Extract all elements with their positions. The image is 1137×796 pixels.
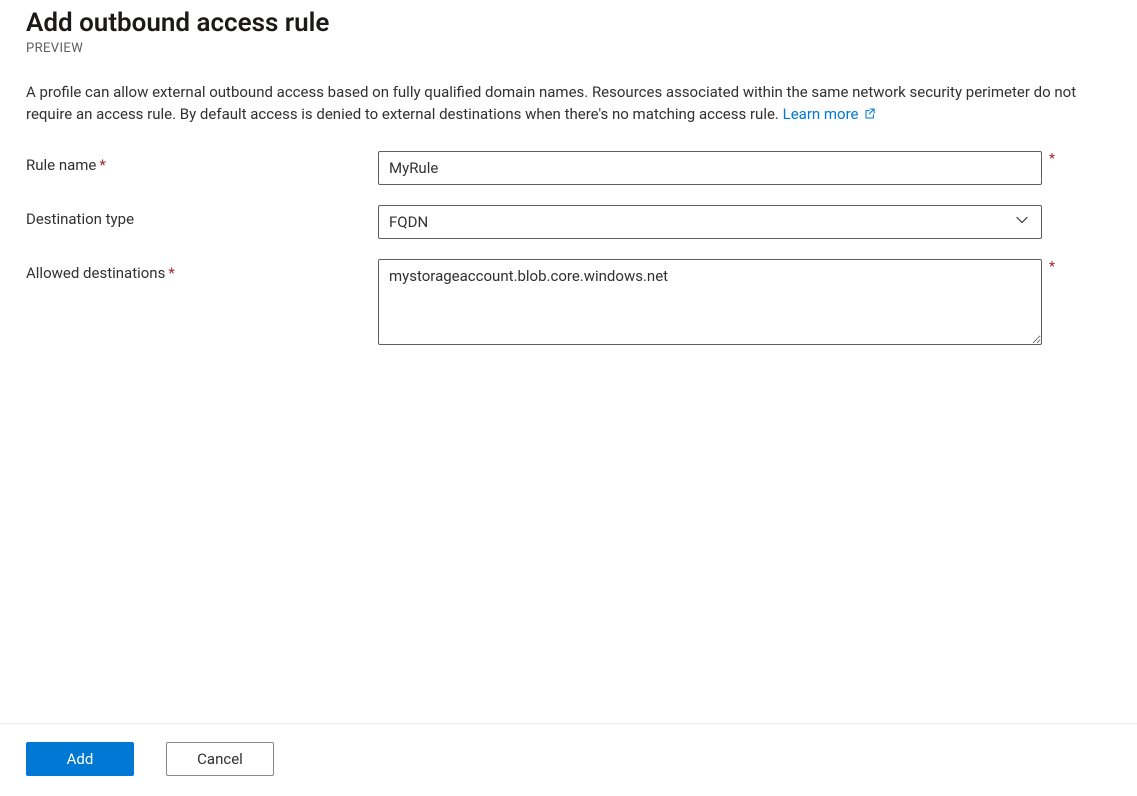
add-button[interactable]: Add <box>26 742 134 776</box>
rule-name-label-text: Rule name <box>26 156 96 174</box>
description-text: A profile can allow external outbound ac… <box>26 82 1106 125</box>
row-destination-type: Destination type FQDN <box>26 205 1111 239</box>
rule-name-label: Rule name* <box>26 151 378 174</box>
rule-name-input[interactable] <box>378 151 1042 185</box>
page-title: Add outbound access rule <box>26 8 1111 39</box>
destination-type-select[interactable]: FQDN <box>378 205 1042 239</box>
destination-type-label-text: Destination type <box>26 210 134 228</box>
required-marker: * <box>168 264 174 282</box>
allowed-destinations-label: Allowed destinations* <box>26 259 378 282</box>
required-marker: * <box>99 156 105 174</box>
external-link-icon <box>864 107 877 120</box>
form: Rule name* * Destination type FQDN <box>26 151 1111 349</box>
destination-type-label: Destination type <box>26 205 378 228</box>
allowed-destinations-input[interactable]: mystorageaccount.blob.core.windows.net <box>378 259 1042 345</box>
learn-more-link[interactable]: Learn more <box>783 105 878 123</box>
row-allowed-destinations: Allowed destinations* mystorageaccount.b… <box>26 259 1111 349</box>
destination-type-value: FQDN <box>389 213 428 231</box>
footer: Add Cancel <box>0 723 1137 796</box>
row-rule-name: Rule name* * <box>26 151 1111 185</box>
chevron-down-icon <box>1015 213 1029 231</box>
field-required-marker: * <box>1049 259 1055 275</box>
learn-more-label: Learn more <box>783 105 859 123</box>
cancel-button[interactable]: Cancel <box>166 742 274 776</box>
allowed-destinations-label-text: Allowed destinations <box>26 264 165 282</box>
field-required-marker: * <box>1049 151 1055 167</box>
description-body: A profile can allow external outbound ac… <box>26 83 1076 123</box>
preview-badge: PREVIEW <box>26 41 1111 56</box>
